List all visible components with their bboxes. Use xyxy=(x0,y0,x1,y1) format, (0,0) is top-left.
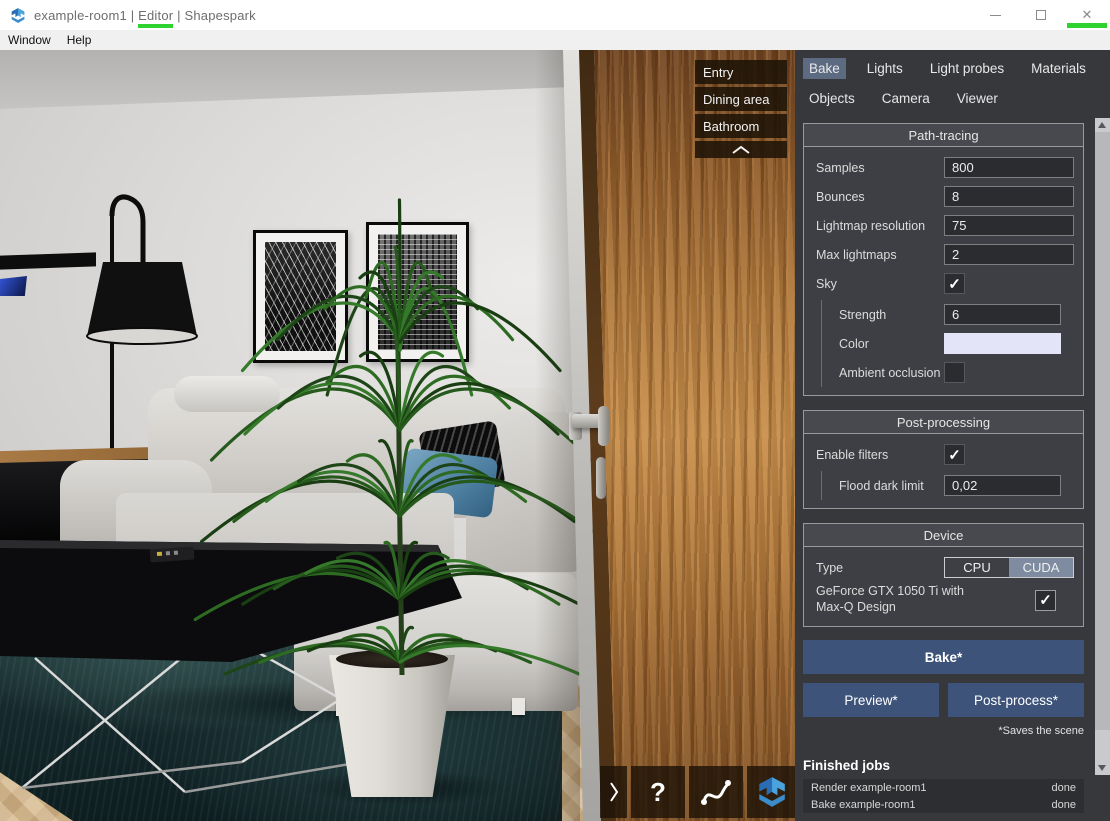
job-row: Bake example-room1 done xyxy=(803,796,1084,813)
scene-door xyxy=(535,50,795,821)
tab-lights[interactable]: Lights xyxy=(861,58,909,79)
device-type-label: Type xyxy=(808,561,843,575)
check-icon: ✓ xyxy=(1039,591,1052,609)
panel-scrollbar[interactable] xyxy=(1095,118,1110,775)
device-type-toggle: CPU CUDA xyxy=(944,557,1074,578)
menubar: Window Help xyxy=(0,30,1110,50)
samples-label: Samples xyxy=(808,161,865,175)
finished-jobs-title: Finished jobs xyxy=(803,758,1084,773)
editor-highlight: Editor xyxy=(138,8,173,28)
bounces-label: Bounces xyxy=(808,190,865,204)
help-icon: ? xyxy=(650,777,666,808)
scrollbar-thumb[interactable] xyxy=(1095,132,1110,730)
tab-bake[interactable]: Bake xyxy=(803,58,846,79)
app-window: example-room1 | Editor | Shapespark ✕ Wi… xyxy=(0,0,1110,821)
close-highlight xyxy=(1067,23,1107,28)
bounces-input[interactable] xyxy=(944,186,1074,207)
window-title: example-room1 | Editor | Shapespark xyxy=(34,8,256,23)
viewpoint-list: Entry Dining area Bathroom xyxy=(695,60,787,158)
scene-door-handle-plate xyxy=(598,406,609,446)
toolbar-help-button[interactable]: ? xyxy=(631,766,685,818)
check-icon: ✓ xyxy=(948,275,961,293)
viewpoint-bathroom[interactable]: Bathroom xyxy=(695,114,787,138)
color-label: Color xyxy=(822,337,869,351)
max-lightmaps-input[interactable] xyxy=(944,244,1074,265)
sky-color-swatch[interactable] xyxy=(944,333,1061,354)
tab-camera[interactable]: Camera xyxy=(876,88,936,109)
scene-door-keyplate xyxy=(596,457,606,499)
viewpoints-collapse-button[interactable] xyxy=(695,141,787,158)
toolbar-tour-path-button[interactable] xyxy=(689,766,743,818)
ambient-occlusion-checkbox[interactable] xyxy=(944,362,965,383)
job-name: Bake example-room1 xyxy=(811,799,916,811)
shapespark-logo-icon xyxy=(9,7,26,24)
section-device: Device Type CPU CUDA G xyxy=(803,523,1084,627)
titlebar: example-room1 | Editor | Shapespark ✕ xyxy=(0,0,1110,30)
viewport-3d[interactable]: Entry Dining area Bathroom ? xyxy=(0,50,795,821)
close-icon: ✕ xyxy=(1082,7,1093,23)
device-type-cpu[interactable]: CPU xyxy=(945,558,1009,577)
shapespark-logo-icon xyxy=(754,775,788,809)
bake-button[interactable]: Bake* xyxy=(803,640,1084,674)
device-type-cuda[interactable]: CUDA xyxy=(1009,558,1073,577)
job-name: Render example-room1 xyxy=(811,782,927,794)
tab-light-probes[interactable]: Light probes xyxy=(924,58,1010,79)
gpu-name-label: GeForce GTX 1050 Ti with Max-Q Design xyxy=(808,584,993,615)
lightmap-resolution-input[interactable] xyxy=(944,215,1074,236)
toolbar-expand-button[interactable] xyxy=(600,766,627,818)
menu-window[interactable]: Window xyxy=(0,33,59,47)
flood-dark-limit-input[interactable] xyxy=(944,475,1061,496)
tour-path-icon xyxy=(699,777,733,807)
panel-tabs-row1: Bake Lights Light probes Materials Sky xyxy=(803,58,1084,79)
toolbar-shapespark-button[interactable] xyxy=(747,766,795,818)
enable-filters-label: Enable filters xyxy=(808,448,888,462)
sky-label: Sky xyxy=(808,277,837,291)
chevron-right-icon xyxy=(608,781,620,803)
tab-materials[interactable]: Materials xyxy=(1025,58,1092,79)
check-icon: ✓ xyxy=(948,446,961,464)
menu-help[interactable]: Help xyxy=(59,33,100,47)
scrollbar-down-icon[interactable] xyxy=(1098,765,1106,771)
flood-dark-limit-label: Flood dark limit xyxy=(822,479,924,493)
tab-viewer[interactable]: Viewer xyxy=(951,88,1004,109)
sky-checkbox[interactable]: ✓ xyxy=(944,273,965,294)
post-process-button[interactable]: Post-process* xyxy=(948,683,1084,717)
gpu-checkbox[interactable]: ✓ xyxy=(1035,590,1056,611)
job-status: done xyxy=(1052,799,1076,811)
tab-objects[interactable]: Objects xyxy=(803,88,861,109)
lightmap-resolution-label: Lightmap resolution xyxy=(808,219,925,233)
finished-jobs-list: Render example-room1 done Bake example-r… xyxy=(803,779,1084,813)
strength-label: Strength xyxy=(822,308,886,322)
enable-filters-checkbox[interactable]: ✓ xyxy=(944,444,965,465)
scrollbar-up-icon[interactable] xyxy=(1098,122,1106,128)
job-status: done xyxy=(1052,782,1076,794)
saves-scene-note: *Saves the scene xyxy=(803,725,1084,737)
section-path-tracing: Path-tracing Samples Bounces Lightmap re… xyxy=(803,123,1084,396)
bake-panel: Bake Lights Light probes Materials Sky O… xyxy=(795,50,1110,821)
preview-button[interactable]: Preview* xyxy=(803,683,939,717)
viewpoint-dining-area[interactable]: Dining area xyxy=(695,87,787,111)
max-lightmaps-label: Max lightmaps xyxy=(808,248,897,262)
samples-input[interactable] xyxy=(944,157,1074,178)
job-row: Render example-room1 done xyxy=(803,779,1084,796)
section-post-processing: Post-processing Enable filters ✓ Flood d… xyxy=(803,410,1084,509)
maximize-icon xyxy=(1036,10,1046,20)
strength-input[interactable] xyxy=(944,304,1061,325)
ambient-occlusion-label: Ambient occlusion xyxy=(822,366,940,380)
section-post-processing-title: Post-processing xyxy=(804,411,1083,434)
viewpoint-entry[interactable]: Entry xyxy=(695,60,787,84)
panel-tabs-row2: Objects Camera Viewer xyxy=(803,88,1084,109)
maximize-button[interactable] xyxy=(1018,0,1064,30)
minimize-icon xyxy=(990,15,1001,16)
minimize-button[interactable] xyxy=(972,0,1018,30)
section-path-tracing-title: Path-tracing xyxy=(804,124,1083,147)
chevron-up-icon xyxy=(730,145,752,155)
section-device-title: Device xyxy=(804,524,1083,547)
